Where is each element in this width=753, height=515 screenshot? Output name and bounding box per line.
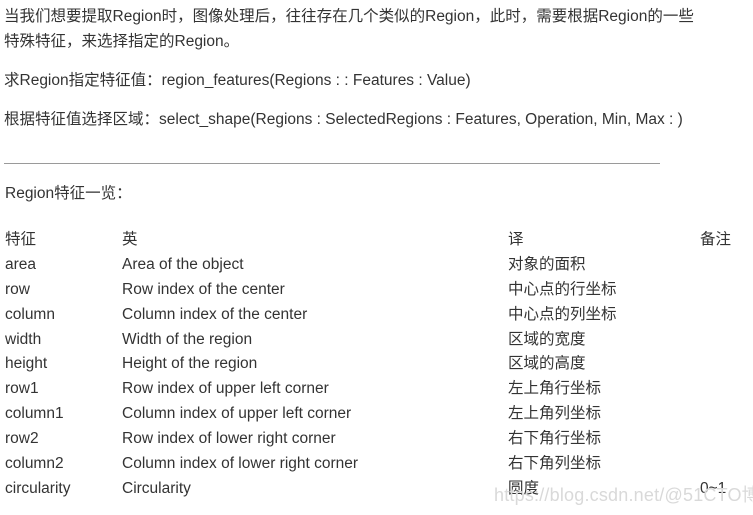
table-row: column1 Column index of upper left corne… [0,402,753,427]
table-row: row Row index of the center 中心点的行坐标 [0,278,753,303]
table-row: circularity Circularity 圆度 0~1 [0,477,753,502]
cell-feature: width [5,330,42,348]
cell-translation: 区域的宽度 [508,330,586,348]
table-row: column Column index of the center 中心点的列坐… [0,303,753,328]
cell-feature: column2 [5,455,64,473]
cell-feature: area [5,255,37,273]
column-header-feature: 特征 [5,231,37,248]
table-caption: Region特征一览： [5,185,132,202]
cell-feature: column1 [5,405,64,423]
cell-feature: height [5,355,48,373]
intro-paragraph-1: 当我们想要提取Region时，图像处理后，往往存在几个类似的Region，此时，… [4,8,694,50]
cell-english: Row index of lower right corner [122,430,336,448]
cell-feature: row [5,280,30,298]
cell-translation: 右下角行坐标 [508,430,602,448]
table-header-row: 特征 英 译 备注 [0,228,753,253]
cell-english: Column index of the center [122,305,308,323]
table-row: width Width of the region 区域的宽度 [0,328,753,353]
table-row: height Height of the region 区域的高度 [0,352,753,377]
cell-feature: circularity [5,479,71,497]
cell-translation: 中心点的行坐标 [508,280,617,298]
table-row: row1 Row index of upper left corner 左上角行… [0,377,753,402]
table-row: column2 Column index of lower right corn… [0,452,753,477]
table-row: row2 Row index of lower right corner 右下角… [0,427,753,452]
cell-feature: row2 [5,430,39,448]
cell-feature: row1 [5,380,39,398]
cell-english: Height of the region [122,355,258,373]
column-header-note: 备注 [700,231,732,248]
cell-translation: 对象的面积 [508,255,586,273]
column-header-english: 英 [122,231,138,248]
column-header-translation: 译 [508,231,524,248]
cell-english: Row index of upper left corner [122,380,329,398]
article-page: 当我们想要提取Region时，图像处理后，往往存在几个类似的Region，此时，… [0,0,753,515]
cell-translation: 中心点的列坐标 [508,305,617,323]
cell-english: Width of the region [122,330,253,348]
cell-translation: 右下角列坐标 [508,455,602,473]
region-features-table: 特征 英 译 备注 area Area of the object 对象的面积 … [0,228,753,502]
cell-note: 0~1 [700,479,727,497]
cell-translation: 左上角列坐标 [508,405,602,423]
table-row: area Area of the object 对象的面积 [0,253,753,278]
cell-translation: 区域的高度 [508,355,586,373]
cell-english: Column index of upper left corner [122,405,352,423]
cell-english: Column index of lower right corner [122,455,359,473]
cell-english: Row index of the center [122,280,285,298]
intro-paragraph-2: 求Region指定特征值：region_features(Regions : :… [4,72,471,89]
section-divider [4,163,660,164]
cell-feature: column [5,305,55,323]
cell-translation: 左上角行坐标 [508,380,602,398]
intro-paragraph-3: 根据特征值选择区域：select_shape(Regions : Selecte… [4,111,683,128]
cell-english: Circularity [122,479,191,497]
cell-english: Area of the object [122,255,244,273]
intro-section: 当我们想要提取Region时，图像处理后，往往存在几个类似的Region，此时，… [4,4,704,132]
cell-translation: 圆度 [508,479,540,497]
